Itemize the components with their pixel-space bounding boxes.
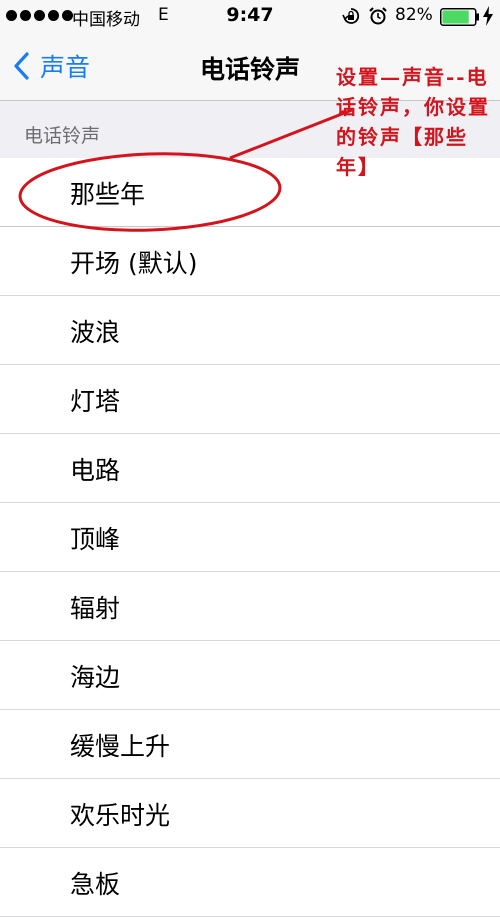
ringtone-item[interactable]: 海边 [0,641,500,710]
ringtone-label: 那些年 [70,180,146,209]
ringtone-label: 波浪 [70,318,121,347]
ringtone-label: 开场 (默认) [70,249,198,278]
battery-fill [442,10,469,24]
charging-bolt-icon [483,6,493,26]
annotation-text: 设置—声音--电话铃声，你设置的铃声【那些年】 [336,65,490,179]
ringtone-label: 缓慢上升 [70,732,171,761]
ringtone-list: 那些年 开场 (默认) 波浪 灯塔 电路 顶峰 辐射 海边 缓慢上升 欢乐时光 … [0,158,500,917]
ringtone-item[interactable]: 急板 [0,848,500,917]
status-bar: 中国移动 E 9:47 82% [0,0,500,32]
ringtone-label: 急板 [70,870,121,899]
ringtone-label: 电路 [70,456,121,485]
ringtone-item[interactable]: 缓慢上升 [0,710,500,779]
battery-icon [440,8,479,26]
ringtone-item[interactable]: 波浪 [0,296,500,365]
ringtone-label: 辐射 [70,594,121,623]
ringtone-item[interactable]: 灯塔 [0,365,500,434]
ringtone-item[interactable]: 欢乐时光 [0,779,500,848]
ringtone-item[interactable]: 开场 (默认) [0,227,500,296]
battery-percent: 82% [395,5,433,25]
ringtone-item[interactable]: 顶峰 [0,503,500,572]
ringtone-item[interactable]: 电路 [0,434,500,503]
ringtone-label: 欢乐时光 [70,801,171,830]
ringtone-label: 顶峰 [70,525,121,554]
ringtone-item[interactable]: 辐射 [0,572,500,641]
section-header-label: 电话铃声 [24,125,101,147]
ringtone-label: 海边 [70,663,121,692]
alarm-icon [369,7,387,25]
rotation-lock-icon [342,8,360,24]
ringtone-label: 灯塔 [70,387,121,416]
